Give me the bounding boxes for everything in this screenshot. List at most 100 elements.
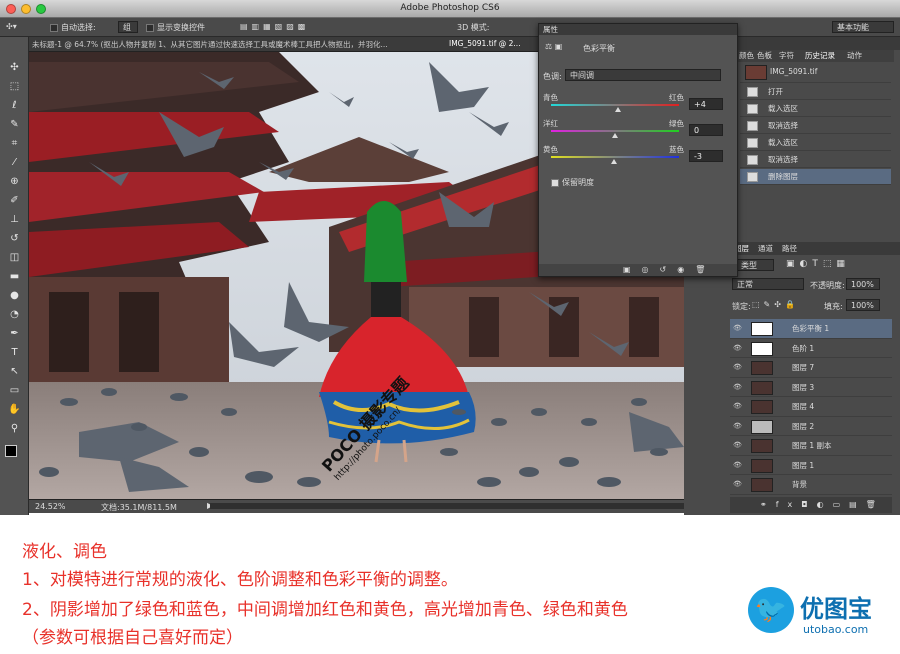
lock-icons[interactable]: ⬚✎✣🔒 — [752, 300, 799, 309]
show-transform-option[interactable]: 显示变换控件 — [146, 22, 205, 33]
visibility-eye-icon[interactable]: 👁 — [733, 456, 743, 475]
visibility-eye-icon[interactable]: 👁 — [733, 339, 743, 358]
gradient-tool-icon[interactable]: ▬ — [7, 269, 22, 284]
layer-thumbnail — [751, 400, 773, 414]
visibility-eye-icon[interactable]: 👁 — [733, 417, 743, 436]
shape-tool-icon[interactable]: ▭ — [7, 383, 22, 398]
layers-footer-buttons[interactable]: ⚭fx◘◐▭▤🗑 — [730, 497, 892, 513]
move-tool-icon[interactable]: ✣ — [7, 60, 22, 75]
slider-value-field[interactable]: -3 — [689, 150, 723, 162]
history-item[interactable]: 取消选择 — [740, 152, 891, 168]
slider-value-field[interactable]: 0 — [689, 124, 723, 136]
layer-row[interactable]: 👁 色彩平衡 1 — [730, 319, 892, 339]
doc-tab-untitled[interactable]: 未标题-1 @ 64.7% (抠出人物并复制 1、从其它图片通过快速选择工具或魔… — [32, 39, 442, 50]
tab-channels[interactable]: 通道 — [758, 242, 773, 255]
color-slider-track[interactable] — [551, 104, 679, 106]
lasso-tool-icon[interactable]: ℓ — [7, 98, 22, 113]
history-item-label: 取消选择 — [768, 155, 798, 164]
preserve-luminosity-option[interactable]: 保留明度 — [551, 177, 594, 188]
align-buttons[interactable]: ▤▥▦▧▨▩ — [240, 22, 309, 31]
tools-panel: ✣ ⬚ ℓ ✎ ⌗ ⁄ ⊕ ✐ ⊥ ↺ ◫ ▬ ● ◔ ✒ T ↖ ▭ ✋ ⚲ — [0, 37, 29, 515]
blur-tool-icon[interactable]: ● — [7, 288, 22, 303]
slider-right-label: 绿色 — [669, 119, 684, 128]
properties-footer-buttons[interactable]: ▣◎↺◉🗑 — [539, 264, 737, 276]
brush-tool-icon[interactable]: ✐ — [7, 193, 22, 208]
dodge-tool-icon[interactable]: ◔ — [7, 307, 22, 322]
zoom-level[interactable]: 24.52% — [35, 502, 66, 511]
path-select-icon[interactable]: ↖ — [7, 364, 22, 379]
tab-actions[interactable]: 动作 — [847, 50, 862, 62]
history-item[interactable]: 删除图层 — [740, 169, 891, 185]
layer-row[interactable]: 👁 图层 3 — [730, 378, 892, 397]
caption-line-1: 1、对模特进行常规的液化、色阶调整和色彩平衡的调整。 — [22, 570, 458, 590]
clone-stamp-icon[interactable]: ⊥ — [7, 212, 22, 227]
layer-name: 图层 2 — [792, 421, 815, 431]
history-item[interactable]: 打开 — [740, 84, 891, 100]
opacity-field[interactable]: 100% — [846, 278, 880, 290]
color-slider-thumb[interactable] — [610, 159, 617, 164]
horizontal-scrollbar[interactable] — [210, 503, 684, 509]
history-item[interactable]: 取消选择 — [740, 118, 891, 134]
crop-tool-icon[interactable]: ⌗ — [7, 136, 22, 151]
eraser-tool-icon[interactable]: ◫ — [7, 250, 22, 265]
layer-row[interactable]: 👁 背景 — [730, 475, 892, 495]
layer-row[interactable]: 👁 图层 1 副本 — [730, 436, 892, 456]
slider-right-label: 蓝色 — [669, 145, 684, 154]
tab-history[interactable]: 历史记录 — [805, 50, 835, 62]
history-snapshot[interactable]: IMG_5091.tif — [740, 63, 891, 83]
visibility-eye-icon[interactable]: 👁 — [733, 378, 743, 397]
healing-brush-icon[interactable]: ⊕ — [7, 174, 22, 189]
visibility-eye-icon[interactable]: 👁 — [733, 475, 743, 494]
layer-name: 图层 7 — [792, 363, 815, 372]
history-brush-icon[interactable]: ↺ — [7, 231, 22, 246]
tone-dropdown[interactable]: 中间调 — [565, 69, 721, 81]
layer-filter-icons[interactable]: ▣◐T⬚▦ — [786, 259, 850, 269]
preserve-luminosity-label: 保留明度 — [562, 178, 594, 187]
tab-paths[interactable]: 路径 — [782, 242, 797, 255]
preserve-luminosity-checkbox[interactable] — [551, 178, 559, 187]
eyedropper-tool-icon[interactable]: ⁄ — [7, 155, 22, 170]
layer-row[interactable]: 👁 色阶 1 — [730, 339, 892, 358]
layer-filter-dropdown[interactable]: 类型 — [736, 259, 774, 271]
color-slider-track[interactable] — [551, 130, 679, 132]
color-slider-thumb[interactable] — [614, 107, 621, 112]
brand-domain: utobao.com — [803, 623, 869, 636]
slider-value-field[interactable]: +4 — [689, 98, 723, 110]
quick-select-tool-icon[interactable]: ✎ — [7, 117, 22, 132]
history-item[interactable]: 载入选区 — [740, 101, 891, 117]
pen-tool-icon[interactable]: ✒ — [7, 326, 22, 341]
auto-select-dropdown[interactable]: 组 — [118, 21, 138, 33]
layer-row[interactable]: 👁 图层 1 — [730, 456, 892, 475]
marquee-tool-icon[interactable]: ⬚ — [7, 79, 22, 94]
blend-mode-dropdown[interactable]: 正常 — [732, 278, 804, 290]
tab-character[interactable]: 字符 — [779, 50, 794, 62]
hand-tool-icon[interactable]: ✋ — [7, 402, 22, 417]
move-tool-icon[interactable]: ✣▾ — [6, 22, 17, 31]
snapshot-label: IMG_5091.tif — [770, 67, 818, 76]
fill-field[interactable]: 100% — [846, 299, 880, 311]
show-transform-checkbox[interactable] — [146, 23, 154, 32]
tab-swatches[interactable]: 色板 — [757, 50, 772, 62]
visibility-eye-icon[interactable]: 👁 — [733, 319, 743, 338]
type-tool-icon[interactable]: T — [7, 345, 22, 360]
layer-row[interactable]: 👁 图层 4 — [730, 397, 892, 417]
properties-tab[interactable]: 属性 — [539, 24, 737, 35]
auto-select-option[interactable]: 自动选择: — [50, 22, 96, 33]
workspace-dropdown[interactable]: 基本功能 — [832, 21, 894, 33]
auto-select-checkbox[interactable] — [50, 23, 58, 32]
visibility-eye-icon[interactable]: 👁 — [733, 436, 743, 455]
color-slider-thumb[interactable] — [612, 133, 618, 138]
history-item[interactable]: 载入选区 — [740, 135, 891, 151]
visibility-eye-icon[interactable]: 👁 — [733, 397, 743, 416]
foreground-color-swatch[interactable] — [5, 445, 17, 457]
zoom-tool-icon[interactable]: ⚲ — [7, 421, 22, 436]
color-slider-track[interactable] — [551, 156, 679, 158]
visibility-eye-icon[interactable]: 👁 — [733, 358, 743, 377]
slider-right-label: 红色 — [669, 93, 684, 102]
history-step-icon — [747, 155, 758, 165]
layer-row[interactable]: 👁 图层 7 — [730, 358, 892, 378]
layer-row[interactable]: 👁 图层 2 — [730, 417, 892, 436]
tab-color[interactable]: 颜色 — [739, 50, 754, 62]
doc-tab-img5091[interactable]: IMG_5091.tif @ 2... — [449, 39, 535, 48]
caption-area: 液化、调色 1、对模特进行常规的液化、色阶调整和色彩平衡的调整。 2、阴影增加了… — [0, 515, 900, 654]
